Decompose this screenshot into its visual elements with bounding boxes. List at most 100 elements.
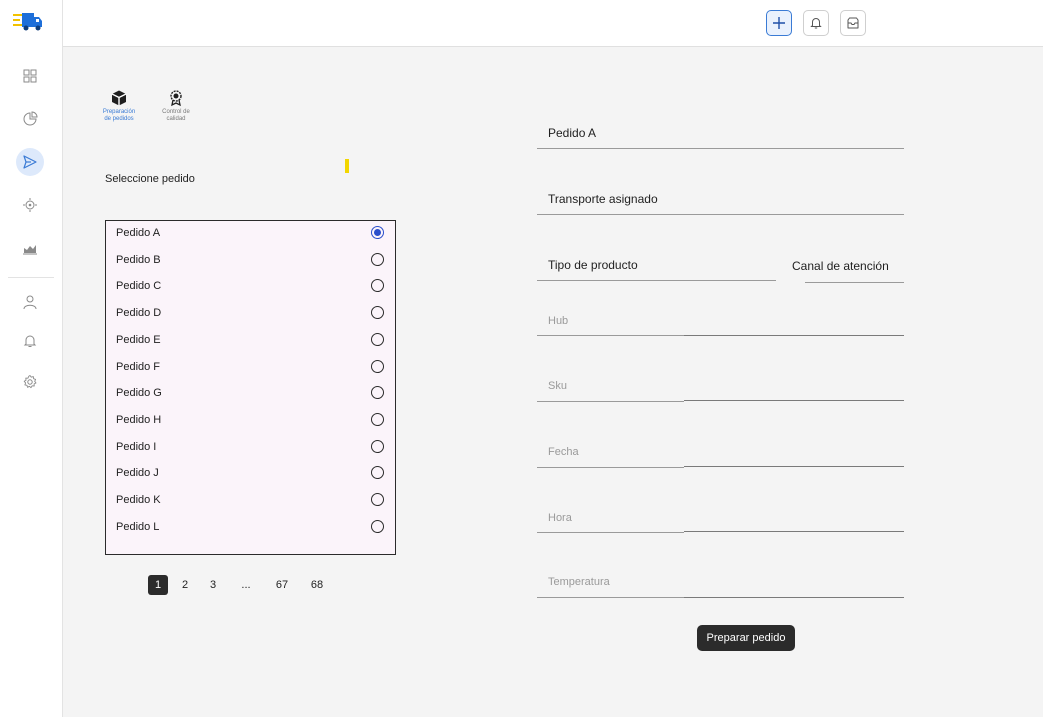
hub-input[interactable]: Hub [537,307,904,339]
bell-icon [810,18,822,29]
field-underline [537,532,684,533]
order-field[interactable]: Pedido A [537,117,904,149]
sku-input[interactable]: Sku [537,373,904,405]
order-item-j[interactable]: Pedido J [106,461,395,487]
truck-logo[interactable] [13,10,43,32]
field-underline [537,280,776,281]
sidebar [0,0,63,717]
order-label: Pedido H [116,413,162,426]
order-item-h[interactable]: Pedido H [106,408,395,434]
gear-icon [23,375,37,389]
radio-button[interactable] [371,466,384,480]
page-button-1[interactable]: 1 [148,575,168,595]
radio-button[interactable] [371,439,384,453]
select-order-title: Seleccione pedido [105,173,195,185]
sidebar-item-profile[interactable] [16,288,44,316]
order-field-value: Pedido A [548,126,597,140]
field-underline [684,400,904,401]
sidebar-item-dashboard[interactable] [16,62,44,90]
page-button-2[interactable]: 2 [178,575,192,595]
target-icon [23,198,37,212]
order-label: Pedido L [116,520,160,533]
area-chart-icon [23,245,37,255]
field-underline [537,335,684,336]
time-input[interactable]: Hora [537,505,904,537]
sidebar-item-alerts[interactable] [16,327,44,355]
order-item-k[interactable]: Pedido K [106,488,395,514]
temperature-input[interactable]: Temperatura [537,569,904,601]
temperature-placeholder: Temperatura [548,576,610,588]
order-item-d[interactable]: Pedido D [106,301,395,327]
inbox-button[interactable] [840,10,866,36]
field-underline [684,335,904,336]
sidebar-item-send[interactable] [16,148,44,176]
radio-button[interactable] [371,493,384,506]
order-label: Pedido A [116,227,161,239]
bell-icon [23,335,37,347]
step-label-line2: de pedidos [104,116,134,122]
sidebar-item-reports[interactable] [16,105,44,133]
prepare-order-button[interactable]: Preparar pedido [697,625,795,651]
page-button-3[interactable]: 3 [206,575,220,595]
order-item-f[interactable]: Pedido F [106,355,395,381]
field-underline [537,401,684,402]
page-button-67[interactable]: 67 [273,575,291,595]
transport-field-label: Transporte asignado [548,192,658,206]
field-underline [684,597,904,598]
grid-icon [23,69,37,83]
top-bar [63,0,1043,47]
order-item-e[interactable]: Pedido E [106,328,395,354]
order-item-c[interactable]: Pedido C [106,274,395,300]
radio-button[interactable] [371,306,384,320]
channel-field[interactable]: Canal de atención [792,249,904,283]
hub-placeholder: Hub [548,315,569,327]
order-label: Pedido F [116,360,161,373]
highlight-marker [345,159,349,173]
order-list: Pedido A Pedido B Pedido C Pedido D Pedi… [105,220,396,555]
pie-chart-icon [23,111,38,126]
radio-button[interactable] [371,226,384,239]
product-type-field[interactable]: Tipo de producto [537,249,776,281]
order-label: Pedido C [116,280,162,293]
plus-icon [773,17,785,29]
notifications-button[interactable] [803,10,829,36]
channel-label: Canal de atención [792,259,889,273]
order-item-b[interactable]: Pedido B [106,248,395,274]
radio-button[interactable] [371,359,384,373]
radio-button[interactable] [371,386,384,400]
field-underline [537,467,684,468]
order-item-l[interactable]: Pedido L [106,515,395,541]
radio-button[interactable] [371,332,384,346]
order-label: Pedido J [116,467,159,480]
transport-field[interactable]: Transporte asignado [537,183,904,215]
order-label: Pedido D [116,307,162,320]
radio-button[interactable] [371,252,384,266]
step-tab-control-calidad[interactable]: Control de calidad [146,89,206,123]
send-icon [23,155,37,169]
step-label-line1: Control de [162,109,190,115]
time-placeholder: Hora [548,512,572,524]
order-label: Pedido B [116,253,161,266]
add-button[interactable] [766,10,792,36]
sidebar-item-analytics[interactable] [16,234,44,262]
page-button-68[interactable]: 68 [308,575,326,595]
field-underline [805,282,904,283]
field-underline [684,531,904,532]
radio-button[interactable] [371,412,384,426]
user-icon [23,295,37,310]
date-input[interactable]: Fecha [537,439,904,471]
sidebar-item-settings[interactable] [16,368,44,396]
page-ellipsis: ... [241,579,251,591]
main-content: Preparación de pedidos Control de calida… [63,47,1043,717]
date-placeholder: Fecha [548,446,579,458]
radio-button[interactable] [371,279,384,293]
field-underline [537,214,904,215]
order-item-a[interactable]: Pedido A [106,221,395,247]
order-item-i[interactable]: Pedido I [106,435,395,461]
radio-button[interactable] [371,519,384,533]
step-tab-preparacion[interactable]: Preparación de pedidos [89,89,149,123]
field-underline [684,466,904,467]
sidebar-item-tracking[interactable] [16,191,44,219]
sidebar-divider [8,277,54,278]
order-item-g[interactable]: Pedido G [106,381,395,407]
